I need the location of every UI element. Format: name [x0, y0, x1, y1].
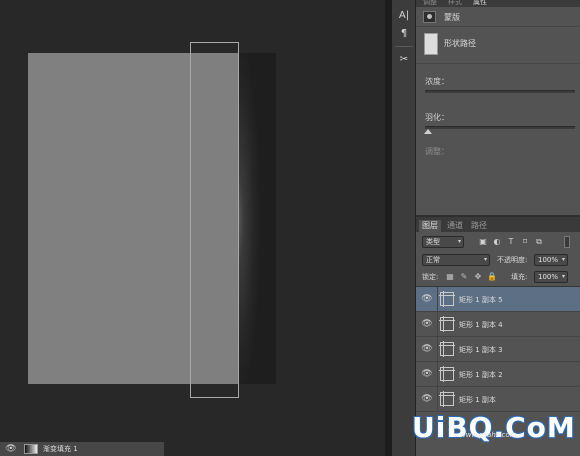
- tab-layers[interactable]: 图层: [419, 220, 441, 232]
- shape-filter-icon[interactable]: ⌑: [520, 237, 530, 247]
- opacity-field[interactable]: 100% ▾: [534, 254, 568, 266]
- visibility-eye-icon[interactable]: 👁: [421, 344, 433, 354]
- tab-styles[interactable]: 样式: [448, 0, 462, 7]
- filter-row: 类型 ▾ ▣ ◐ T ⌑ ⧉: [416, 234, 580, 252]
- panel-divider: [385, 0, 392, 456]
- shape-layer-thumbnail-icon: [439, 316, 455, 332]
- layers-tab-bar: 图层 通道 路径: [416, 217, 580, 232]
- opacity-value: 100%: [538, 256, 559, 264]
- density-label: 浓度：: [425, 77, 449, 86]
- layer-name: 矩形 1 副本 5: [459, 296, 503, 304]
- chevron-down-icon: ▾: [561, 256, 565, 263]
- watermark-url: www.psahz.com: [460, 431, 517, 439]
- fill-label: 填充:: [511, 273, 528, 281]
- feather-slider[interactable]: [424, 126, 575, 134]
- blend-row: 正常 ▾ 不透明度: 100% ▾: [416, 252, 580, 270]
- filter-kind-select[interactable]: 类型 ▾: [422, 236, 464, 248]
- layer-row[interactable]: 👁 矩形 1 副本 2: [416, 362, 580, 387]
- chevron-down-icon: ▾: [483, 256, 487, 263]
- filter-kind-value: 类型: [426, 238, 440, 246]
- lock-transparent-icon[interactable]: ▦: [445, 272, 455, 282]
- tab-properties[interactable]: 属性: [473, 0, 487, 7]
- image-filter-icon[interactable]: ▣: [478, 237, 488, 247]
- shape-layer-thumbnail-icon: [439, 291, 455, 307]
- filter-toggle-switch[interactable]: [564, 236, 570, 248]
- layer-name: 矩形 1 副本 4: [459, 321, 503, 329]
- mask-row[interactable]: 蒙版: [416, 7, 580, 27]
- feather-label: 羽化：: [425, 113, 449, 122]
- lock-row: 锁定: ▦ ✎ ✥ 🔒 填充: 100% ▾: [416, 269, 580, 287]
- shape-path-label: 形状路径: [444, 39, 476, 48]
- chevron-down-icon: ▾: [457, 238, 461, 245]
- properties-panel: 调整 样式 属性 蒙版 形状路径 浓度： 羽化： 调整：: [416, 0, 580, 217]
- opacity-label: 不透明度:: [497, 256, 528, 264]
- watermark-logo-text: UiBQ.CoM: [412, 411, 576, 444]
- gray-rectangle-large[interactable]: [28, 53, 190, 384]
- blend-mode-select[interactable]: 正常 ▾: [422, 254, 490, 266]
- visibility-eye-icon[interactable]: 👁: [421, 294, 433, 304]
- adjustment-filter-icon[interactable]: ◐: [492, 237, 502, 247]
- layer-name: 渐变填充 1: [43, 445, 78, 453]
- column-divider: [437, 337, 438, 362]
- shape-path-row[interactable]: 形状路径: [416, 27, 580, 64]
- lock-label: 锁定:: [422, 273, 439, 281]
- type-filter-icon[interactable]: T: [506, 237, 516, 247]
- dark-texture-strip: [238, 53, 276, 384]
- selection-bounding-box[interactable]: [190, 42, 239, 398]
- collapsed-panel-strip: A| ¶ ✂: [392, 0, 416, 456]
- paragraph-tool-icon[interactable]: ¶: [395, 27, 413, 41]
- layer-name: 矩形 1 副本: [459, 396, 496, 404]
- column-divider: [437, 287, 438, 312]
- lock-all-icon[interactable]: 🔒: [487, 272, 497, 282]
- gradient-fill-layer-row[interactable]: 👁 渐变填充 1: [0, 442, 164, 456]
- site-watermark: UiBQ.CoM www.psahz.com: [412, 411, 577, 451]
- mask-label: 蒙版: [444, 13, 460, 22]
- feather-slider-knob[interactable]: [424, 129, 432, 134]
- shape-layer-thumbnail-icon: [439, 341, 455, 357]
- layer-row[interactable]: 👁 矩形 1 副本: [416, 387, 580, 412]
- layer-row[interactable]: 👁 矩形 1 副本 3: [416, 337, 580, 362]
- tools-tool-icon[interactable]: ✂: [395, 53, 413, 67]
- lock-position-icon[interactable]: ✥: [473, 272, 483, 282]
- tab-channels[interactable]: 通道: [444, 220, 466, 232]
- tab-adjustments[interactable]: 调整: [423, 0, 437, 7]
- properties-tab-bar: 调整 样式 属性: [416, 0, 580, 7]
- layer-row[interactable]: 👁 矩形 1 副本 4: [416, 312, 580, 337]
- gradient-thumbnail-icon: [24, 444, 38, 454]
- column-divider: [437, 312, 438, 337]
- visibility-eye-icon[interactable]: 👁: [421, 369, 433, 379]
- adjust-label: 调整：: [425, 147, 449, 156]
- visibility-eye-icon[interactable]: 👁: [5, 444, 17, 454]
- mask-icon: [423, 11, 436, 23]
- density-slider[interactable]: [425, 90, 575, 93]
- fill-field[interactable]: 100% ▾: [534, 271, 568, 283]
- layer-row[interactable]: 👁 矩形 1 副本 5: [416, 287, 580, 312]
- layer-name: 矩形 1 副本 2: [459, 371, 503, 379]
- fill-value: 100%: [538, 273, 559, 281]
- visibility-eye-icon[interactable]: 👁: [421, 394, 433, 404]
- shape-layer-thumbnail-icon: [439, 366, 455, 382]
- tab-paths[interactable]: 路径: [468, 220, 490, 232]
- column-divider: [437, 387, 438, 412]
- layer-name: 矩形 1 副本 3: [459, 346, 503, 354]
- lock-image-icon[interactable]: ✎: [459, 272, 469, 282]
- document-canvas[interactable]: [0, 0, 385, 456]
- shape-path-thumbnail-icon: [424, 33, 438, 55]
- tool-separator: [395, 46, 413, 47]
- shape-layer-thumbnail-icon: [439, 391, 455, 407]
- blend-mode-value: 正常: [426, 256, 440, 264]
- visibility-eye-icon[interactable]: 👁: [421, 319, 433, 329]
- smart-object-filter-icon[interactable]: ⧉: [534, 237, 544, 247]
- character-tool-icon[interactable]: A|: [395, 9, 413, 23]
- column-divider: [437, 362, 438, 387]
- chevron-down-icon: ▾: [561, 273, 565, 280]
